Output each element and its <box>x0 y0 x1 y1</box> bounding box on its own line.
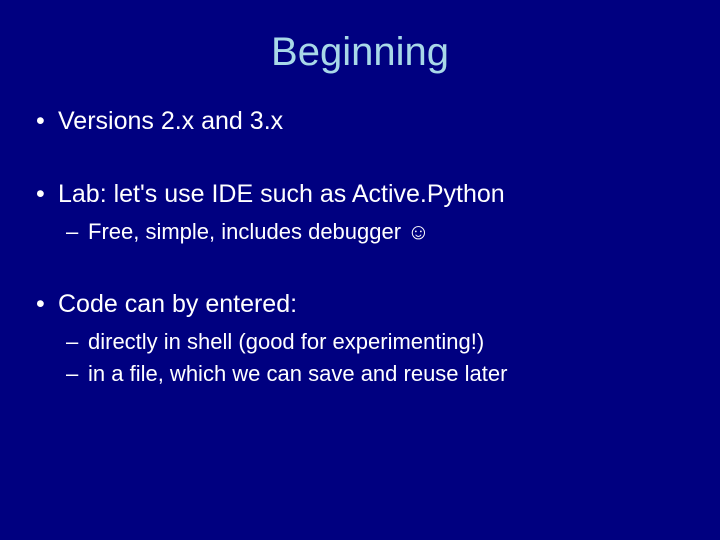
list-item: directly in shell (good for experimentin… <box>58 326 690 358</box>
list-item: in a file, which we can save and reuse l… <box>58 358 690 390</box>
bullet-text: Lab: let's use IDE such as Active.Python <box>58 180 505 208</box>
list-item: Code can by entered: directly in shell (… <box>30 288 690 390</box>
slide: Beginning Versions 2.x and 3.x Lab: let'… <box>0 0 720 540</box>
list-item: Versions 2.x and 3.x <box>30 105 690 138</box>
bullet-text: Code can by entered: <box>58 290 297 318</box>
bullet-text: directly in shell (good for experimentin… <box>88 329 484 354</box>
sub-bullet-list: Free, simple, includes debugger ☺ <box>58 216 690 248</box>
list-item: Lab: let's use IDE such as Active.Python… <box>30 178 690 248</box>
bullet-text: Free, simple, includes debugger ☺ <box>88 219 430 244</box>
list-item: Free, simple, includes debugger ☺ <box>58 216 690 248</box>
bullet-list: Versions 2.x and 3.x Lab: let's use IDE … <box>30 105 690 390</box>
bullet-text: Versions 2.x and 3.x <box>58 107 283 135</box>
slide-title: Beginning <box>30 30 690 75</box>
bullet-text: in a file, which we can save and reuse l… <box>88 361 507 386</box>
sub-bullet-list: directly in shell (good for experimentin… <box>58 326 690 390</box>
